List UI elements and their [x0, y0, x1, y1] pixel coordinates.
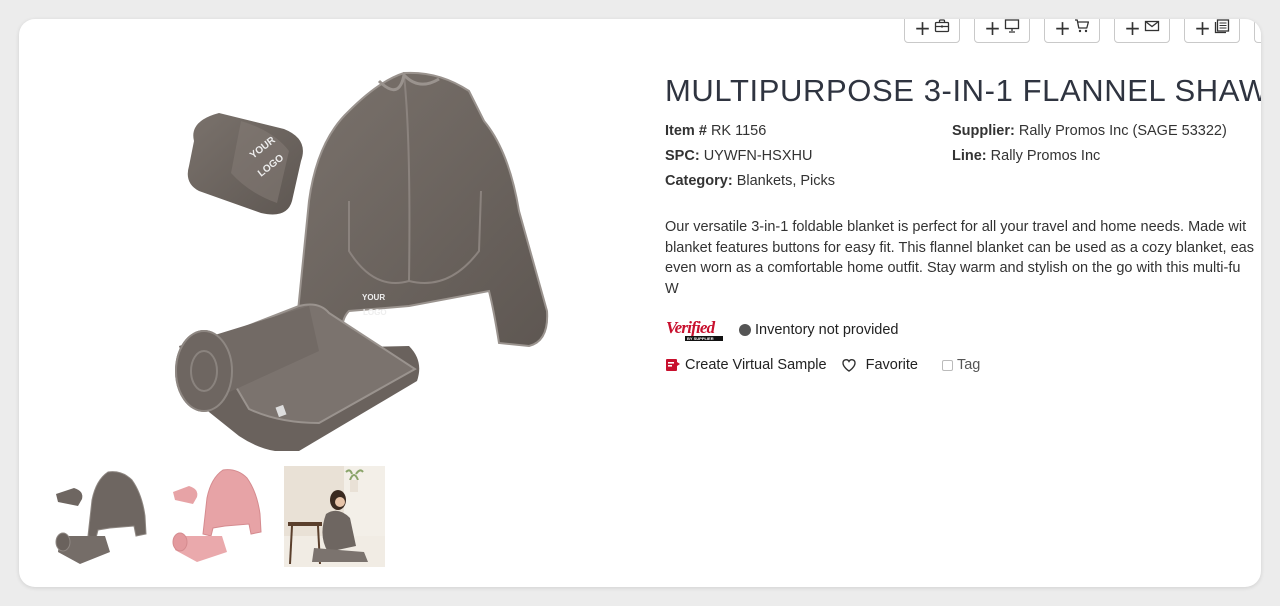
thumbnail-pink[interactable] [167, 466, 268, 567]
virtual-sample-icon [665, 357, 681, 373]
cart-icon [1074, 19, 1090, 39]
create-virtual-sample-label: Create Virtual Sample [685, 357, 827, 373]
plus-icon: + [984, 19, 1001, 40]
catalog-icon [1214, 19, 1230, 39]
category-row: Category: Blankets, Picks [665, 173, 835, 189]
product-title: MULTIPURPOSE 3-IN-1 FLANNEL SHAWL B [665, 73, 1261, 108]
svg-text:YOUR: YOUR [362, 293, 385, 302]
inventory-status-dot [739, 324, 751, 336]
item-number-value: RK 1156 [710, 123, 767, 139]
supplier-label: Supplier: [952, 123, 1015, 139]
item-number-row: Item # RK 1156 [665, 123, 766, 139]
product-actions: Create Virtual Sample Favorite Tag [665, 354, 1261, 376]
svg-text:Verified: Verified [666, 318, 716, 337]
description-line: even worn as a comfortable home outfit. … [665, 260, 1241, 276]
envelope-icon [1144, 19, 1160, 39]
thumbnail-strip [50, 466, 385, 567]
category-label: Category: [665, 173, 733, 189]
main-product-image[interactable]: YOUR LOGO YOUR LOGO [149, 51, 559, 452]
presentation-icon [1004, 19, 1020, 39]
favorite-label: Favorite [865, 357, 918, 373]
svg-text:LOGO: LOGO [363, 308, 387, 317]
svg-text:BY SUPPLIER: BY SUPPLIER [687, 336, 714, 341]
product-card: + + + + + YOUR LOGO YOUR LOGO MULTIPURPO… [19, 19, 1261, 587]
more-toolbar-button[interactable] [1254, 19, 1261, 43]
line-row: Line: Rally Promos Inc [952, 148, 1100, 164]
create-virtual-sample-button[interactable]: Create Virtual Sample [665, 357, 827, 373]
verified-row: Verified BY SUPPLIER Inventory not provi… [665, 317, 1261, 343]
plus-icon: + [1194, 19, 1211, 40]
description-line: W [665, 280, 679, 297]
product-details: MULTIPURPOSE 3-IN-1 FLANNEL SHAWL B Item… [665, 71, 1261, 376]
spc-label: SPC: [665, 148, 700, 164]
description-line: Our versatile 3-in-1 foldable blanket is… [665, 219, 1247, 235]
heart-icon [841, 357, 857, 373]
product-meta: Item # RK 1156 SPC: UYWFN-HSXHU Category… [665, 117, 1261, 193]
product-description: Our versatile 3-in-1 foldable blanket is… [665, 217, 1261, 299]
supplier-row: Supplier: Rally Promos Inc (SAGE 53322) [952, 123, 1227, 139]
plus-icon: + [914, 19, 931, 40]
rolled-blanket-image [175, 303, 420, 452]
add-to-presentation-button[interactable]: + [974, 19, 1030, 43]
shawl-image: YOUR LOGO [295, 71, 549, 348]
line-label: Line: [952, 148, 987, 164]
description-line: blanket features buttons for easy fit. T… [665, 239, 1254, 256]
verified-by-supplier-logo: Verified BY SUPPLIER [665, 317, 723, 343]
line-value[interactable]: Rally Promos Inc [991, 148, 1101, 164]
tag-checkbox[interactable]: Tag [941, 357, 981, 373]
add-to-email-button[interactable]: + [1114, 19, 1170, 43]
spc-row: SPC: UYWFN-HSXHU [665, 148, 812, 164]
plus-icon: + [1054, 19, 1071, 40]
supplier-value[interactable]: Rally Promos Inc (SAGE 53322) [1019, 123, 1227, 139]
thumbnail-gray[interactable] [50, 466, 151, 567]
pillow-image: YOUR LOGO [187, 113, 303, 215]
action-toolbar: + + + + + [904, 19, 1261, 43]
favorite-button[interactable]: Favorite [841, 357, 918, 373]
thumbnail-lifestyle[interactable] [284, 466, 385, 567]
inventory-status-text: Inventory not provided [755, 322, 899, 338]
tag-label: Tag [956, 357, 981, 373]
category-value[interactable]: Blankets, Picks [737, 173, 835, 189]
spc-value: UYWFN-HSXHU [703, 148, 813, 164]
add-to-catalog-button[interactable]: + [1184, 19, 1240, 43]
tag-checkbox-box[interactable] [941, 359, 953, 371]
add-to-cart-button[interactable]: + [1044, 19, 1100, 43]
item-number-label: Item # [665, 123, 707, 139]
plus-icon: + [1124, 19, 1141, 40]
briefcase-icon [934, 19, 950, 39]
add-to-project-button[interactable]: + [904, 19, 960, 43]
